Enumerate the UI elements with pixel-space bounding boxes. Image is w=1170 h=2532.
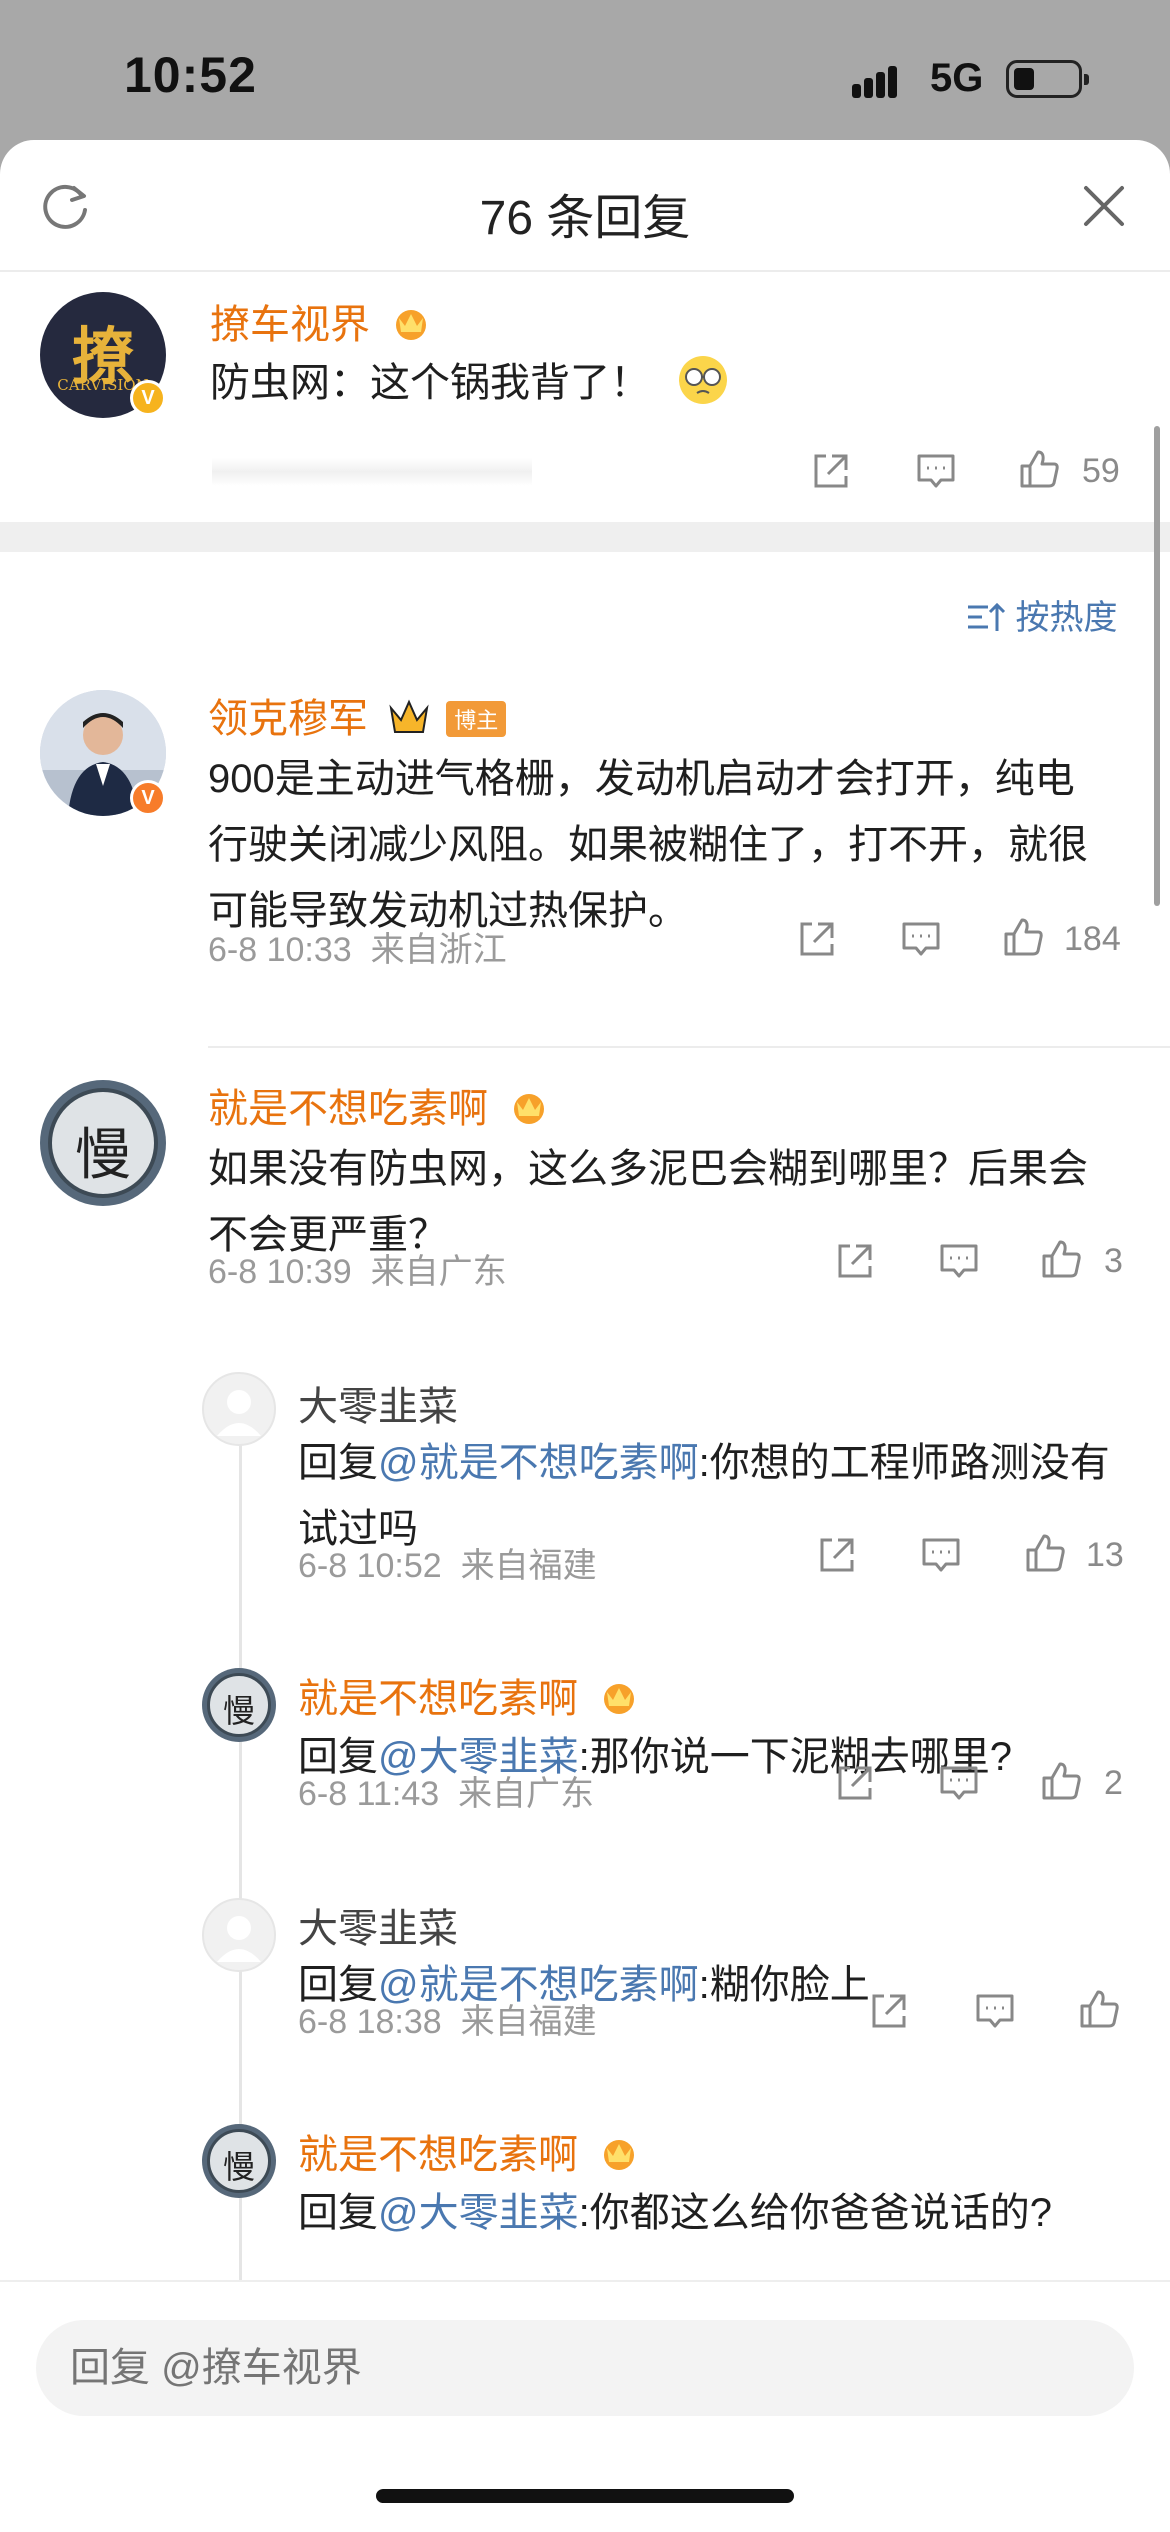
comment-icon[interactable] — [936, 1760, 982, 1806]
share-icon[interactable] — [808, 448, 854, 494]
comment-time: 6-8 18:38 — [298, 2003, 442, 2041]
comment-time: 6-8 11:43 — [298, 1775, 440, 1813]
default-avatar-icon — [217, 1390, 261, 1436]
comment-text: 回复@大零韭菜:你都这么给你爸爸说话的? — [298, 2180, 1098, 2246]
reply-input[interactable] — [36, 2320, 1134, 2416]
close-icon[interactable] — [1076, 178, 1132, 234]
avatar-glyph: 慢 — [222, 1692, 255, 1730]
mention-link[interactable]: @大零韭菜 — [378, 2191, 579, 2235]
home-indicator — [376, 2489, 794, 2503]
share-icon[interactable] — [814, 1532, 860, 1578]
avatar[interactable] — [202, 1372, 276, 1446]
avatar[interactable]: 慢 — [202, 2124, 276, 2198]
status-time: 10:52 — [124, 47, 257, 103]
like-icon[interactable] — [1000, 914, 1046, 960]
share-icon[interactable] — [832, 1760, 878, 1806]
comment-icon[interactable] — [972, 1988, 1018, 2034]
share-icon[interactable] — [832, 1238, 878, 1284]
comment-location: 来自广东 — [458, 1775, 595, 1813]
comment-meta: 6-8 10:39 来自广东 — [208, 1244, 507, 1293]
like-icon[interactable] — [1022, 1530, 1068, 1576]
crown-icon — [396, 310, 427, 340]
verified-badge-icon: V — [130, 780, 166, 816]
comment-icon[interactable] — [898, 916, 944, 962]
like-icon[interactable] — [1038, 1236, 1084, 1282]
comment-meta: 6-8 10:52 来自福建 — [298, 1538, 597, 1587]
author-name-text: 就是不想吃素啊 — [298, 1677, 578, 1721]
author-name[interactable]: 撩车视界 — [210, 292, 433, 350]
author-name[interactable]: 大零韭菜 — [298, 1374, 458, 1432]
comment-time: 6-8 10:39 — [208, 1253, 352, 1291]
section-divider — [0, 522, 1170, 552]
author-name[interactable]: 就是不想吃素啊 — [298, 2122, 641, 2180]
default-avatar-icon — [217, 1916, 261, 1962]
crown-icon — [389, 699, 429, 733]
author-name[interactable]: 领克穆军 博主 — [208, 686, 507, 744]
battery-icon — [1006, 60, 1089, 98]
avatar-glyph: 慢 — [222, 2148, 255, 2186]
share-icon[interactable] — [794, 916, 840, 962]
blogger-badge: 博主 — [446, 701, 507, 737]
crown-icon — [604, 1684, 635, 1714]
blurred-placeholder — [212, 458, 532, 486]
status-bar: 10:52 5G — [0, 0, 1170, 140]
mention-link[interactable]: @就是不想吃素啊 — [378, 1441, 699, 1485]
comment-location: 来自福建 — [460, 2003, 597, 2041]
author-name[interactable]: 就是不想吃素啊 — [298, 1666, 641, 1724]
sheet-header: 76 条回复 — [0, 140, 1170, 272]
like-count: 13 — [1086, 1536, 1124, 1574]
sort-button[interactable]: 按热度 — [966, 590, 1117, 639]
reply-prefix: 回复 — [298, 1441, 378, 1485]
author-name-text: 领克穆军 — [208, 697, 368, 741]
comment-location: 来自广东 — [370, 1253, 507, 1291]
comment-location: 来自福建 — [460, 1547, 597, 1585]
crown-icon — [514, 1094, 545, 1124]
divider — [208, 1046, 1170, 1048]
author-name-text: 就是不想吃素啊 — [298, 2133, 578, 2177]
emoji-icon — [679, 356, 728, 404]
comment-text: 900是主动进气格栅，发动机启动才会打开，纯电行驶关闭减少风阻。如果被糊住了，打… — [208, 757, 1088, 933]
verified-badge-icon: V — [130, 380, 166, 416]
avatar[interactable] — [202, 1898, 276, 1972]
reply-bar — [0, 2280, 1170, 2532]
replies-sheet: 76 条回复 撩 CARVISION V 撩车视界 防虫网：这个锅我背了！ 59… — [0, 140, 1170, 2532]
comment-text: 防虫网：这个锅我背了！ — [210, 350, 731, 416]
comment-text-content: 防虫网：这个锅我背了！ — [210, 361, 650, 405]
like-icon[interactable] — [1076, 1986, 1122, 2032]
comment-meta: 6-8 11:43 来自广东 — [298, 1766, 594, 1815]
crown-icon — [604, 2140, 635, 2170]
comment-time: 6-8 10:33 — [208, 931, 352, 969]
comment-time: 6-8 10:52 — [298, 1547, 442, 1585]
sort-label: 按热度 — [1015, 599, 1118, 637]
avatar[interactable]: 慢 — [202, 1668, 276, 1742]
like-icon[interactable] — [1016, 446, 1062, 492]
reply-prefix: 回复 — [298, 2191, 378, 2235]
sort-icon — [968, 602, 1006, 631]
comment-meta: 6-8 10:33 来自浙江 — [208, 922, 507, 971]
comment-icon[interactable] — [913, 448, 959, 494]
author-name[interactable]: 大零韭菜 — [298, 1896, 458, 1954]
share-icon[interactable] — [866, 1988, 912, 2034]
like-count: 184 — [1064, 920, 1121, 958]
like-count: 3 — [1104, 1242, 1123, 1280]
scrollbar[interactable] — [1154, 426, 1160, 906]
author-name-text: 撩车视界 — [210, 303, 370, 347]
avatar-glyph: 慢 — [75, 1123, 131, 1188]
like-count: 59 — [1082, 452, 1120, 490]
reply-text: :糊你脸上 — [698, 1963, 870, 2007]
comment-icon[interactable] — [918, 1532, 964, 1578]
author-name-text: 就是不想吃素啊 — [208, 1087, 488, 1131]
avatar[interactable]: 慢 — [40, 1080, 166, 1206]
signal-icon — [852, 62, 908, 98]
comment-icon[interactable] — [936, 1238, 982, 1284]
network-type: 5G — [930, 56, 984, 100]
like-count: 2 — [1104, 1764, 1123, 1802]
comment-meta: 6-8 18:38 来自福建 — [298, 1994, 597, 2043]
comment-location: 来自浙江 — [370, 931, 507, 969]
page-title: 76 条回复 — [479, 192, 691, 245]
reply-text: :你都这么给你爸爸说话的? — [578, 2191, 1052, 2235]
author-name[interactable]: 就是不想吃素啊 — [208, 1076, 551, 1134]
like-icon[interactable] — [1038, 1758, 1084, 1804]
